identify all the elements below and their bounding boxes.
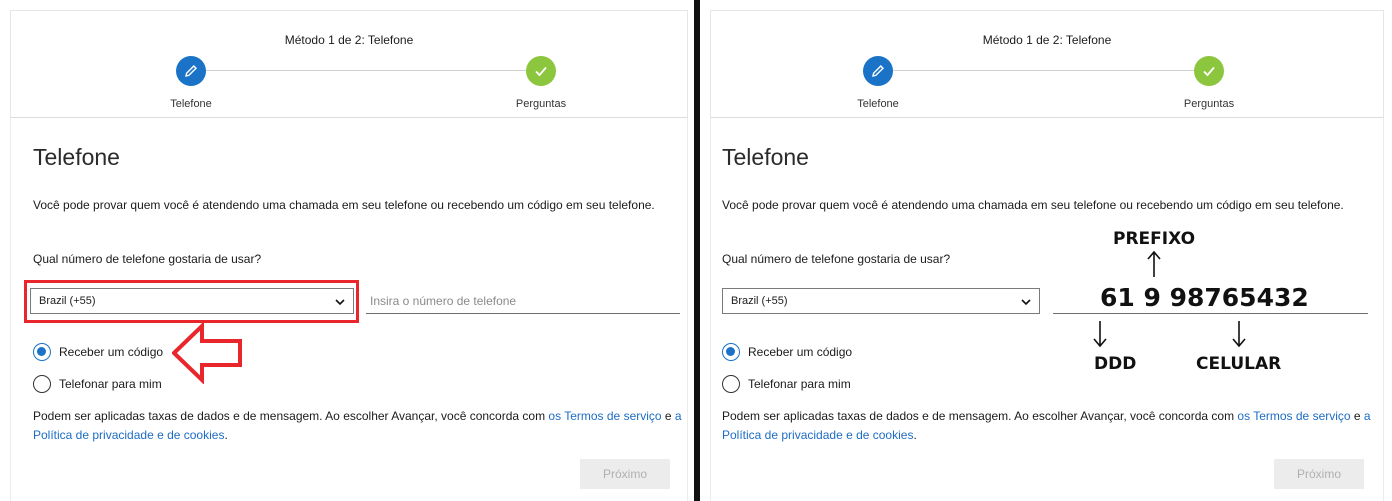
- country-select-value: Brazil (+55): [731, 295, 788, 307]
- radio-call-me[interactable]: Telefonar para mim: [722, 374, 851, 394]
- terms-and: e: [1350, 409, 1364, 423]
- cellular-annotation: CELULAR: [1196, 354, 1282, 374]
- progress-header: Método 1 de 2: Telefone Telefone Pergunt…: [710, 10, 1384, 118]
- phone-question: Qual número de telefone gostaria de usar…: [33, 252, 262, 266]
- radio-button-selected[interactable]: [722, 343, 740, 361]
- radio-label: Telefonar para mim: [748, 377, 851, 391]
- right-panel: Método 1 de 2: Telefone Telefone Pergunt…: [700, 0, 1392, 501]
- method-title: Método 1 de 2: Telefone: [982, 33, 1112, 47]
- step-connector: [881, 70, 1211, 71]
- terms-prefix: Podem ser aplicadas taxas de dados e de …: [722, 409, 1238, 423]
- red-highlight-box: [24, 280, 359, 323]
- prefix-annotation: PREFIXO: [1113, 229, 1196, 249]
- terms-prefix: Podem ser aplicadas taxas de dados e de …: [33, 409, 549, 423]
- radio-call-me[interactable]: Telefonar para mim: [33, 374, 162, 394]
- radio-label: Receber um código: [748, 345, 853, 359]
- page-title: Telefone: [33, 144, 120, 170]
- radio-label: Telefonar para mim: [59, 377, 162, 391]
- terms-of-service-link[interactable]: os Termos de serviço: [548, 409, 661, 423]
- country-select[interactable]: Brazil (+55): [722, 288, 1040, 314]
- red-arrow-icon: [172, 322, 242, 384]
- step-connector: [206, 70, 526, 71]
- radio-button[interactable]: [722, 375, 740, 393]
- chevron-down-icon: [1021, 299, 1031, 306]
- arrow-down-icon: [1093, 321, 1107, 348]
- radio-receive-code[interactable]: Receber um código: [33, 342, 163, 362]
- terms-of-service-link[interactable]: os Termos de serviço: [1237, 409, 1350, 423]
- pencil-icon: [176, 56, 206, 86]
- phone-question: Qual número de telefone gostaria de usar…: [722, 252, 951, 266]
- check-icon: [526, 56, 556, 86]
- terms-suffix: .: [224, 428, 228, 442]
- check-icon: [1194, 56, 1224, 86]
- ddd-annotation: DDD: [1094, 354, 1137, 374]
- radio-receive-code[interactable]: Receber um código: [722, 342, 852, 362]
- phone-example-annotation: 61 9 98765432: [1100, 283, 1309, 312]
- terms-text: Podem ser aplicadas taxas de dados e de …: [33, 407, 683, 445]
- arrow-down-icon: [1232, 321, 1246, 348]
- step-label-telefone: Telefone: [170, 98, 212, 110]
- arrow-up-icon: [1147, 250, 1161, 277]
- next-button[interactable]: Próximo: [580, 459, 670, 489]
- next-button[interactable]: Próximo: [1274, 459, 1364, 489]
- progress-header: Método 1 de 2: Telefone Telefone Pergunt…: [10, 10, 688, 118]
- step-label-telefone: Telefone: [857, 98, 899, 110]
- step-label-perguntas: Perguntas: [515, 98, 567, 110]
- phone-number-input[interactable]: [366, 288, 680, 314]
- terms-and: e: [661, 409, 675, 423]
- radio-button-selected[interactable]: [33, 343, 51, 361]
- step-label-perguntas: Perguntas: [1183, 98, 1235, 110]
- radio-label: Receber um código: [59, 345, 164, 359]
- method-title: Método 1 de 2: Telefone: [284, 33, 414, 47]
- radio-button[interactable]: [33, 375, 51, 393]
- description: Você pode provar quem você é atendendo u…: [33, 198, 655, 212]
- terms-text: Podem ser aplicadas taxas de dados e de …: [722, 407, 1372, 445]
- description: Você pode provar quem você é atendendo u…: [722, 198, 1344, 212]
- terms-suffix: .: [913, 428, 917, 442]
- page-title: Telefone: [722, 144, 809, 170]
- pencil-icon: [863, 56, 893, 86]
- left-panel: Método 1 de 2: Telefone Telefone Pergunt…: [0, 0, 696, 501]
